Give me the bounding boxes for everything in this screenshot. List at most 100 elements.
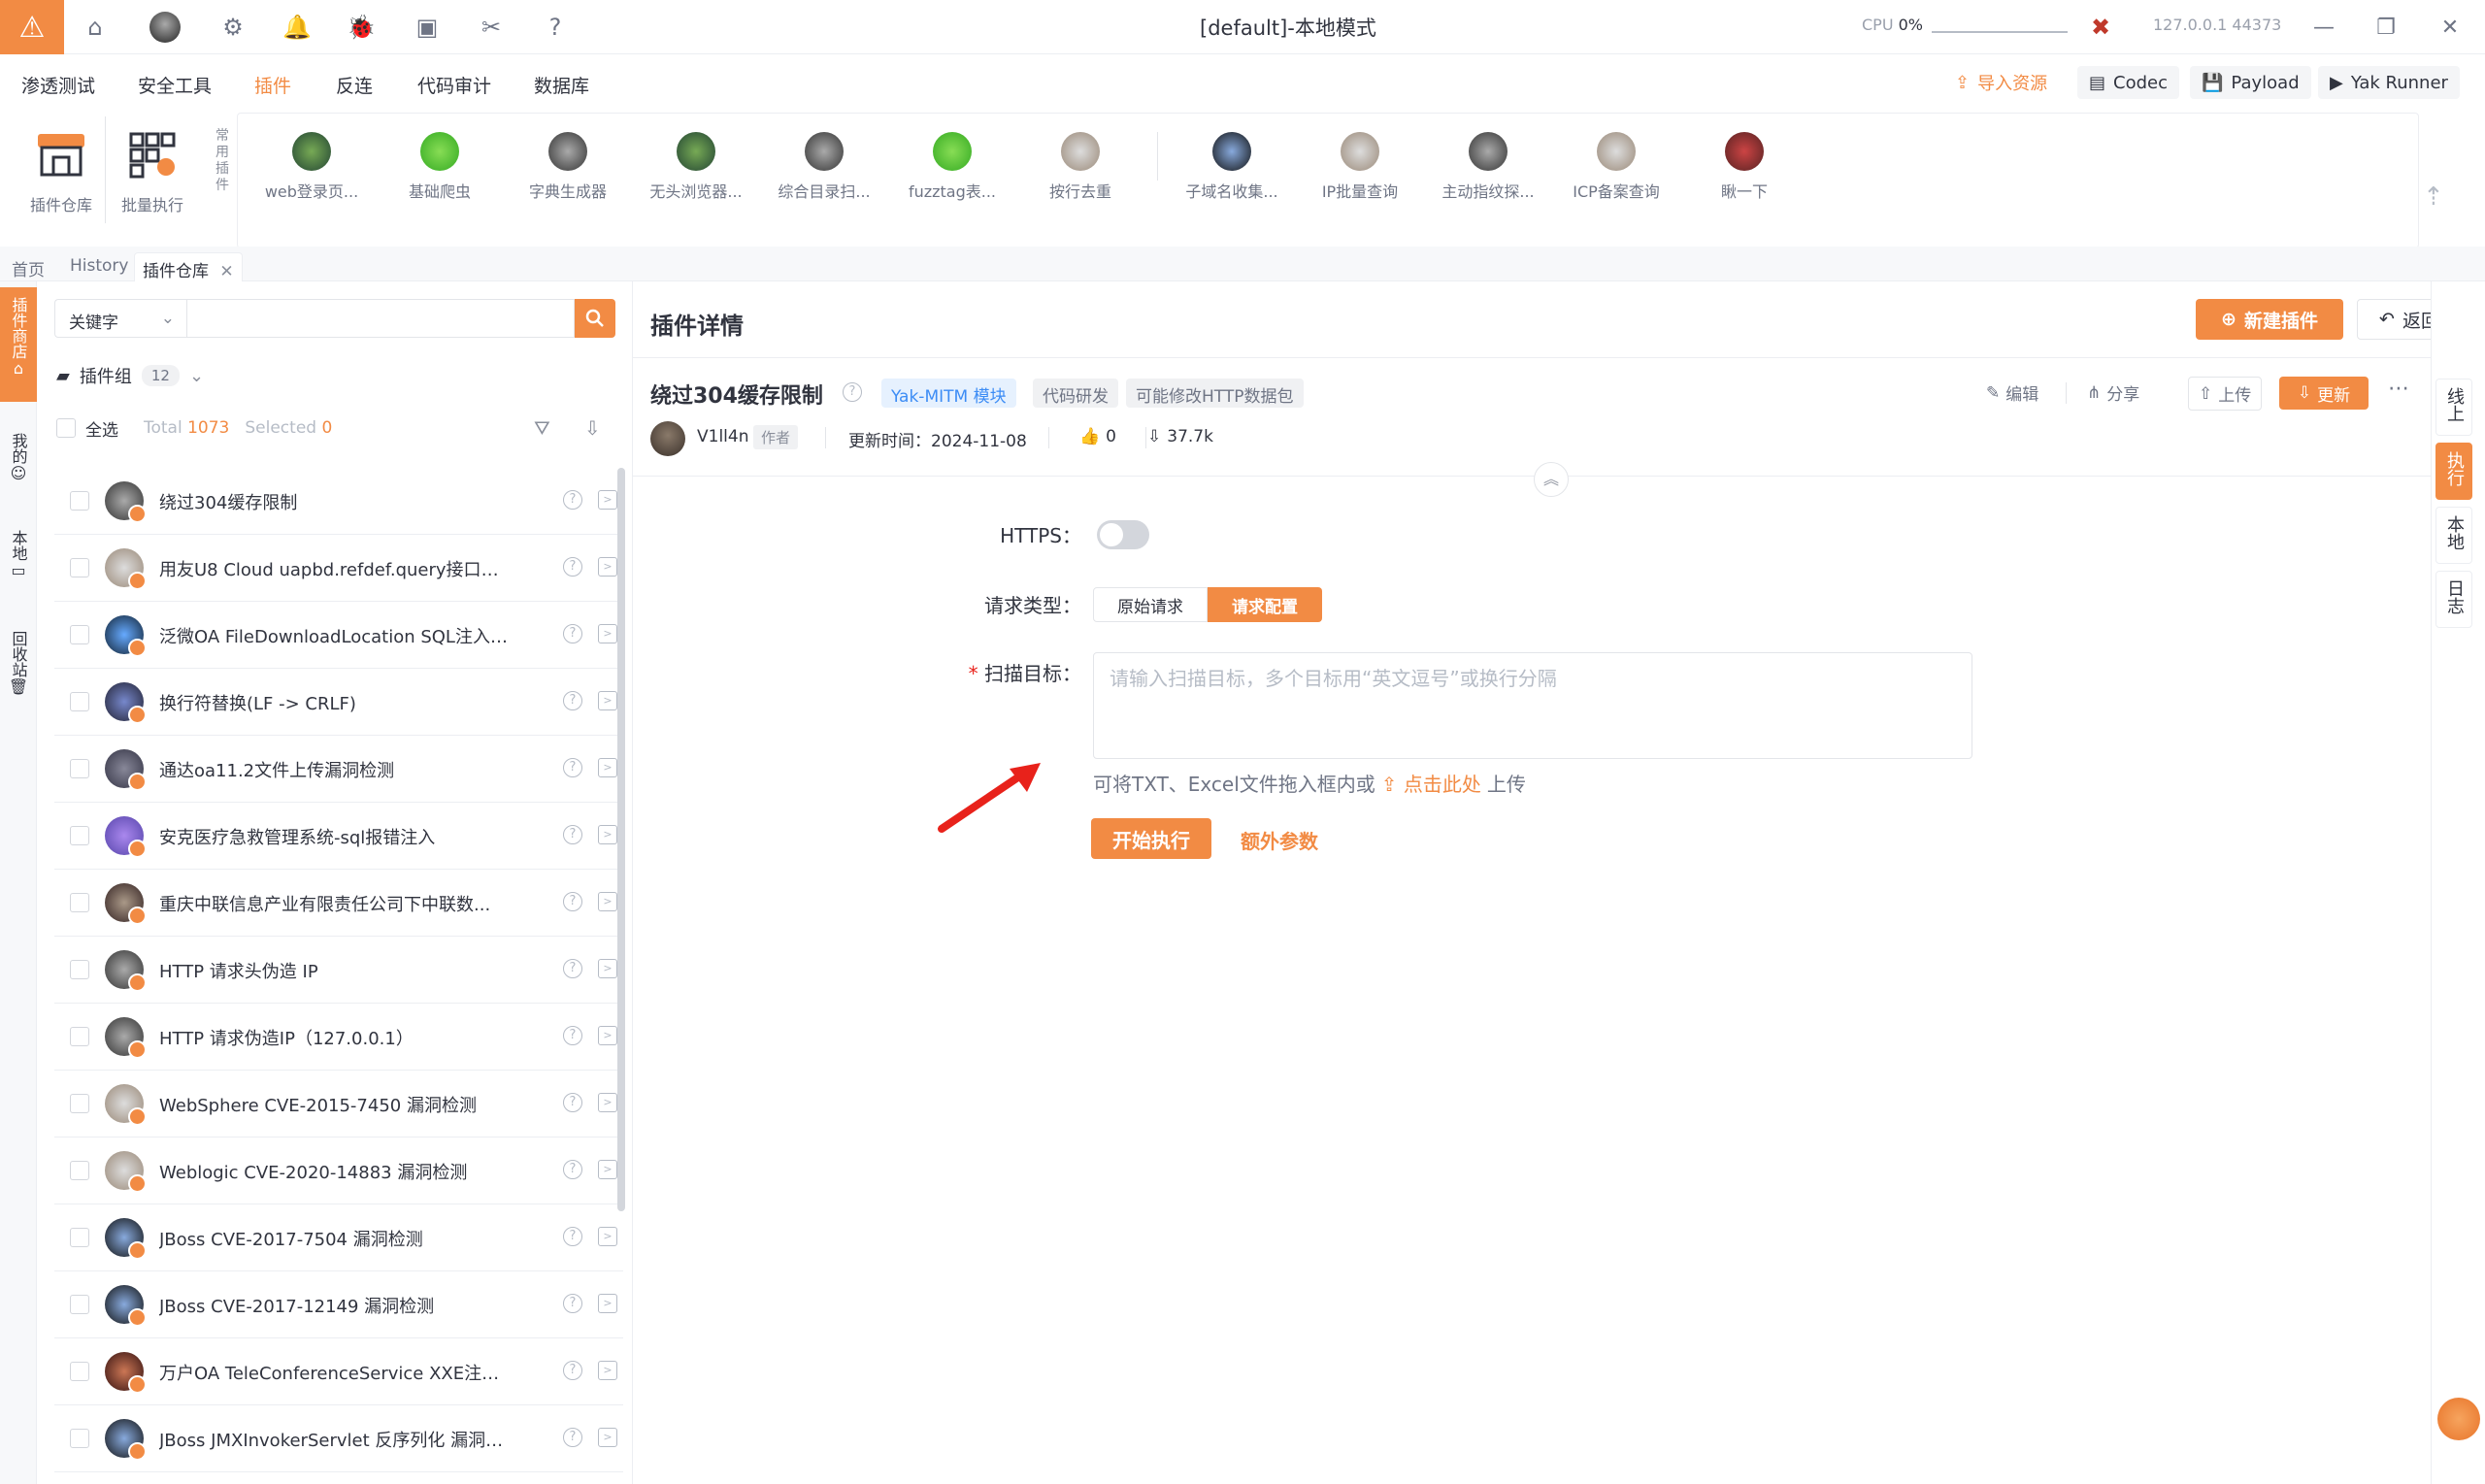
- user-avatar[interactable]: [149, 12, 181, 43]
- list-item[interactable]: 万户OA TeleConferenceService XXE注入漏洞? >: [54, 1338, 623, 1405]
- edit-button[interactable]: ✎ 编辑: [1986, 380, 2038, 406]
- help-icon[interactable]: ?: [563, 1428, 582, 1447]
- fav-plugin[interactable]: 瞅一下: [1681, 132, 1807, 202]
- row-checkbox[interactable]: [70, 1027, 89, 1046]
- row-checkbox[interactable]: [70, 1429, 89, 1448]
- code-icon[interactable]: >: [598, 959, 617, 978]
- help-icon[interactable]: ?: [563, 1026, 582, 1045]
- tab-history[interactable]: History: [62, 252, 136, 281]
- list-item[interactable]: 换行符替换(LF -> CRLF)? >: [54, 669, 623, 736]
- list-item[interactable]: 通达oa11.2文件上传漏洞检测? >: [54, 736, 623, 803]
- select-all-label[interactable]: 全选: [85, 416, 118, 441]
- update-button[interactable]: ⇩ 更新: [2279, 377, 2369, 410]
- plugin-store-button[interactable]: 插件仓库: [21, 128, 101, 215]
- row-checkbox[interactable]: [70, 1161, 89, 1180]
- code-icon[interactable]: >: [598, 1093, 617, 1112]
- help-icon[interactable]: ?: [563, 1093, 582, 1112]
- fav-plugin[interactable]: 主动指纹探...: [1425, 132, 1551, 202]
- fav-plugin[interactable]: 无头浏览器...: [633, 132, 759, 202]
- code-icon[interactable]: >: [598, 825, 617, 844]
- select-all-checkbox[interactable]: [56, 418, 76, 438]
- collapse-toolbar-icon[interactable]: ⇡: [2423, 182, 2444, 212]
- search-button[interactable]: [575, 299, 615, 338]
- help-icon[interactable]: ?: [563, 624, 582, 643]
- row-checkbox[interactable]: [70, 960, 89, 979]
- engine-icon[interactable]: ✖: [2085, 12, 2116, 43]
- fav-plugin[interactable]: 综合目录扫...: [761, 132, 887, 202]
- fav-plugin[interactable]: 基础爬虫: [377, 132, 503, 202]
- list-item[interactable]: HTTP 请求头伪造 IP? >: [54, 937, 623, 1004]
- extra-params-button[interactable]: 额外参数: [1241, 826, 1318, 854]
- raw-request-option[interactable]: 原始请求: [1093, 587, 1208, 622]
- tools-icon[interactable]: ✂: [476, 12, 507, 43]
- row-checkbox[interactable]: [70, 826, 89, 845]
- code-icon[interactable]: >: [598, 1160, 617, 1179]
- menu-database[interactable]: 数据库: [534, 72, 589, 98]
- code-icon[interactable]: >: [598, 892, 617, 911]
- fav-plugin[interactable]: 字典生成器: [505, 132, 631, 202]
- list-item[interactable]: HTTP 请求伪造IP（127.0.0.1）? >: [54, 1004, 623, 1071]
- collapse-up-icon[interactable]: ︽: [1534, 462, 1569, 497]
- menu-plugins[interactable]: 插件: [254, 72, 291, 98]
- list-item[interactable]: WebSphere CVE-2015-7450 漏洞检测? >: [54, 1071, 623, 1138]
- fav-plugin[interactable]: web登录页...: [248, 132, 375, 202]
- request-config-option[interactable]: 请求配置: [1208, 587, 1322, 622]
- warning-icon[interactable]: ⚠: [0, 0, 64, 54]
- list-item[interactable]: 绕过304缓存限制? >: [54, 468, 623, 535]
- nav-plugin-store[interactable]: 插件商店 ⌂: [0, 287, 37, 402]
- nav-local[interactable]: 本地 ▭: [0, 520, 37, 598]
- code-icon[interactable]: >: [598, 1227, 617, 1246]
- tab-home[interactable]: 首页: [4, 252, 52, 281]
- home-icon[interactable]: ⌂: [80, 12, 111, 43]
- help-icon[interactable]: ?: [563, 1227, 582, 1246]
- code-icon[interactable]: >: [598, 1361, 617, 1380]
- https-toggle[interactable]: [1097, 520, 1149, 549]
- rail-local[interactable]: 本地: [2435, 507, 2472, 564]
- cloud-download-icon[interactable]: ⇩: [584, 416, 601, 440]
- fav-plugin[interactable]: 按行去重: [1017, 132, 1143, 202]
- row-checkbox[interactable]: [70, 1295, 89, 1314]
- code-icon[interactable]: >: [598, 624, 617, 643]
- rail-execute[interactable]: 执行: [2435, 443, 2472, 500]
- upload-button[interactable]: ⇧ 上传: [2188, 377, 2263, 411]
- code-icon[interactable]: >: [598, 1026, 617, 1045]
- help-icon[interactable]: ?: [540, 12, 571, 43]
- fav-plugin[interactable]: fuzztag表...: [889, 132, 1015, 202]
- help-icon[interactable]: ?: [563, 959, 582, 978]
- row-checkbox[interactable]: [70, 1228, 89, 1247]
- filter-icon[interactable]: ⛛: [534, 416, 550, 440]
- help-icon[interactable]: ?: [563, 758, 582, 777]
- payload-button[interactable]: 💾 Payload: [2190, 66, 2311, 99]
- restore-icon[interactable]: ❐: [2369, 10, 2403, 45]
- close-icon[interactable]: ✕: [2433, 10, 2468, 45]
- fav-plugin[interactable]: ICP备案查询: [1553, 132, 1679, 202]
- help-icon[interactable]: ?: [563, 892, 582, 911]
- more-icon[interactable]: ⋯: [2388, 377, 2409, 401]
- list-scrollbar[interactable]: [617, 468, 625, 1211]
- tab-plugin-store[interactable]: 插件仓库 ✕: [134, 252, 243, 281]
- list-item[interactable]: JBoss JMXInvokerServlet 反序列化 漏洞检测? >: [54, 1405, 623, 1472]
- mascot-icon[interactable]: [2437, 1398, 2480, 1440]
- search-mode-select[interactable]: 关键字 ⌄: [54, 299, 186, 338]
- help-icon[interactable]: ?: [563, 490, 582, 510]
- list-item[interactable]: 安克医疗急救管理系统-sql报错注入? >: [54, 803, 623, 870]
- terminal-icon[interactable]: ▣: [412, 12, 443, 43]
- gear-icon[interactable]: ⚙: [217, 12, 248, 43]
- search-input[interactable]: [186, 299, 575, 338]
- row-checkbox[interactable]: [70, 625, 89, 644]
- list-item[interactable]: 用友U8 Cloud uapbd.refdef.query接口存在...? >: [54, 535, 623, 602]
- row-checkbox[interactable]: [70, 558, 89, 577]
- row-checkbox[interactable]: [70, 1362, 89, 1381]
- new-plugin-button[interactable]: ⊕ 新建插件: [2196, 299, 2343, 340]
- likes[interactable]: 👍 0: [1079, 427, 1116, 446]
- list-item[interactable]: JBoss CVE-2017-12149 漏洞检测? >: [54, 1271, 623, 1338]
- bug-icon[interactable]: 🐞: [346, 12, 377, 43]
- start-execute-button[interactable]: 开始执行: [1091, 818, 1211, 859]
- list-item[interactable]: Weblogic CVE-2020-14883 漏洞检测? >: [54, 1138, 623, 1204]
- nav-recycle-bin[interactable]: 回收站 🗑: [0, 621, 37, 718]
- batch-execute-button[interactable]: 批量执行: [113, 128, 192, 215]
- menu-reverse[interactable]: 反连: [336, 72, 373, 98]
- codec-button[interactable]: ▤ Codec: [2077, 66, 2179, 99]
- minimize-icon[interactable]: —: [2306, 10, 2341, 45]
- yak-runner-button[interactable]: ▶ Yak Runner: [2318, 66, 2460, 99]
